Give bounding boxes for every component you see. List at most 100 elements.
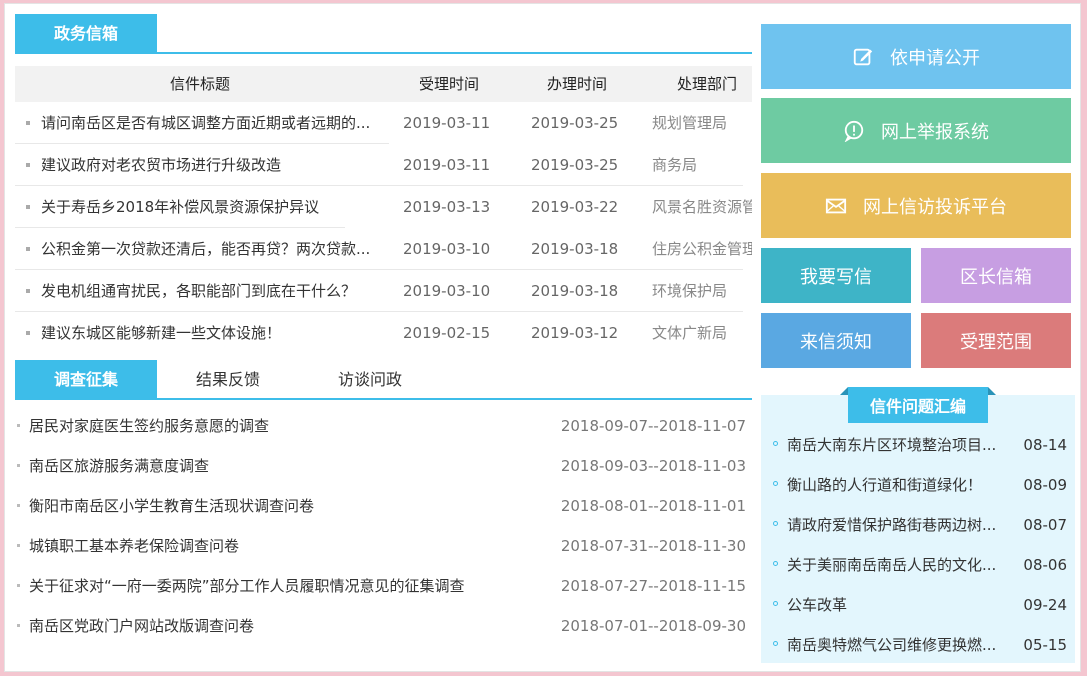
tab-survey-collect[interactable]: 调查征集 — [15, 360, 157, 398]
list-item[interactable]: 城镇职工基本养老保险调查问卷 2018-07-31--2018-11-30 — [15, 526, 752, 566]
summary-item-title[interactable]: 南岳大南东片区环境整治项目... — [787, 425, 1015, 465]
survey-period: 2018-07-31--2018-11-30 — [560, 537, 746, 555]
district-mailbox-label: 区长信箱 — [960, 266, 1032, 288]
department: 住房公积金管理 — [652, 240, 752, 258]
list-item[interactable]: 关于美丽南岳南岳人民的文化... 08-06 — [761, 545, 1075, 585]
column-header-handled: 办理时间 — [546, 75, 607, 93]
letter-title[interactable]: 请问南岳区是否有城区调整方面近期或者远期的... — [41, 102, 393, 144]
summary-item-date: 08-14 — [1023, 436, 1067, 454]
table-row[interactable]: 公积金第一次贷款还清后，能否再贷？两次贷款... 2019-03-10 2019… — [15, 228, 752, 270]
letter-title[interactable]: 建议政府对老农贸市场进行升级改造 — [41, 144, 393, 186]
summary-item-title[interactable]: 衡山路的人行道和街道绿化！ — [787, 465, 1015, 505]
received-date: 2019-03-13 — [403, 198, 491, 216]
summary-item-date: 08-07 — [1023, 516, 1067, 534]
bullet-icon — [26, 121, 30, 125]
alert-icon — [844, 120, 864, 142]
table-row[interactable]: 请问南岳区是否有城区调整方面近期或者远期的... 2019-03-11 2019… — [15, 102, 752, 144]
survey-period: 2018-07-01--2018-09-30 — [560, 617, 746, 635]
circle-bullet-icon — [773, 601, 778, 606]
summary-item-title[interactable]: 请政府爱惜保护路街巷两边树... — [787, 505, 1015, 545]
department: 规划管理局 — [652, 114, 728, 132]
received-date: 2019-03-10 — [403, 282, 491, 300]
list-item[interactable]: 公车改革 09-24 — [761, 585, 1075, 625]
summary-item-date: 08-09 — [1023, 476, 1067, 494]
report-system-button[interactable]: 网上举报系统 — [761, 98, 1071, 163]
handled-date: 2019-03-25 — [531, 114, 619, 132]
apply-open-label: 依申请公开 — [890, 47, 980, 69]
list-item[interactable]: 关于征求对“一府一委两院”部分工作人员履职情况意见的征集调查 2018-07-2… — [15, 566, 752, 606]
department: 风景名胜资源管 — [652, 198, 752, 216]
table-row[interactable]: 建议东城区能够新建一些文体设施！ 2019-02-15 2019-03-12 文… — [15, 312, 752, 354]
list-item[interactable]: 南岳大南东片区环境整治项目... 08-14 — [761, 425, 1075, 465]
table-row[interactable]: 发电机组通宵扰民，各职能部门到底在干什么？ 2019-03-10 2019-03… — [15, 270, 752, 312]
list-item[interactable]: 南岳奥特燃气公司维修更换燃... 05-15 — [761, 625, 1075, 665]
circle-bullet-icon — [773, 521, 778, 526]
report-system-label: 网上举报系统 — [881, 121, 989, 143]
bullet-icon — [17, 504, 20, 507]
list-item[interactable]: 南岳区旅游服务满意度调查 2018-09-03--2018-11-03 — [15, 446, 752, 486]
circle-bullet-icon — [773, 481, 778, 486]
list-item[interactable]: 衡山路的人行道和街道绿化！ 08-09 — [761, 465, 1075, 505]
column-header-received: 受理时间 — [418, 75, 479, 93]
mail-icon — [825, 198, 847, 213]
survey-period: 2018-09-07--2018-11-07 — [560, 417, 746, 435]
apply-open-button[interactable]: 依申请公开 — [761, 24, 1071, 89]
list-item[interactable]: 居民对家庭医生签约服务意愿的调查 2018-09-07--2018-11-07 — [15, 406, 752, 446]
list-item[interactable]: 衡阳市南岳区小学生教育生活现状调查问卷 2018-08-01--2018-11-… — [15, 486, 752, 526]
letter-title[interactable]: 关于寿岳乡2018年补偿风景资源保护异议 — [41, 186, 393, 228]
summary-item-title[interactable]: 公车改革 — [787, 585, 1015, 625]
summary-item-title[interactable]: 南岳奥特燃气公司维修更换燃... — [787, 625, 1015, 665]
petition-platform-label: 网上信访投诉平台 — [863, 196, 1007, 218]
letter-notice-button[interactable]: 来信须知 — [761, 313, 911, 368]
summary-item-title[interactable]: 关于美丽南岳南岳人民的文化... — [787, 545, 1015, 585]
bullet-icon — [26, 205, 30, 209]
summary-item-date: 05-15 — [1023, 636, 1067, 654]
survey-title[interactable]: 城镇职工基本养老保险调查问卷 — [29, 526, 559, 566]
handled-date: 2019-03-25 — [531, 156, 619, 174]
department: 商务局 — [652, 156, 698, 174]
survey-title[interactable]: 关于征求对“一府一委两院”部分工作人员履职情况意见的征集调查 — [29, 566, 559, 606]
bullet-icon — [17, 464, 20, 467]
write-letter-button[interactable]: 我要写信 — [761, 248, 911, 303]
summary-title[interactable]: 信件问题汇编 — [840, 387, 996, 423]
column-header-title: 信件标题 — [169, 75, 230, 93]
letter-title[interactable]: 建议东城区能够新建一些文体设施！ — [41, 312, 393, 354]
survey-period: 2018-08-01--2018-11-01 — [560, 497, 746, 515]
survey-title[interactable]: 南岳区党政门户网站改版调查问卷 — [29, 606, 559, 646]
department: 环境保护局 — [652, 282, 728, 300]
tab-interview[interactable]: 访谈问政 — [299, 360, 441, 398]
scope-label: 受理范围 — [960, 331, 1032, 353]
received-date: 2019-03-10 — [403, 240, 491, 258]
petition-platform-button[interactable]: 网上信访投诉平台 — [761, 173, 1071, 238]
district-mailbox-button[interactable]: 区长信箱 — [921, 248, 1071, 303]
bullet-icon — [17, 624, 20, 627]
bullet-icon — [26, 289, 30, 293]
tab-survey-results[interactable]: 结果反馈 — [157, 360, 299, 398]
handled-date: 2019-03-22 — [531, 198, 619, 216]
letter-summary-panel: 信件问题汇编 南岳大南东片区环境整治项目... 08-14 衡山路的人行道和街道… — [761, 387, 1075, 665]
handled-date: 2019-03-18 — [531, 240, 619, 258]
survey-title[interactable]: 衡阳市南岳区小学生教育生活现状调查问卷 — [29, 486, 559, 526]
scope-button[interactable]: 受理范围 — [921, 313, 1071, 368]
list-item[interactable]: 请政府爱惜保护路街巷两边树... 08-07 — [761, 505, 1075, 545]
summary-item-date: 09-24 — [1023, 596, 1067, 614]
tab-mailbox[interactable]: 政务信箱 — [15, 14, 157, 52]
survey-title[interactable]: 居民对家庭医生签约服务意愿的调查 — [29, 406, 559, 446]
circle-bullet-icon — [773, 561, 778, 566]
table-row[interactable]: 建议政府对老农贸市场进行升级改造 2019-03-11 2019-03-25 商… — [15, 144, 752, 186]
bullet-icon — [26, 331, 30, 335]
handled-date: 2019-03-12 — [531, 324, 619, 342]
write-letter-label: 我要写信 — [800, 266, 872, 288]
letter-title[interactable]: 发电机组通宵扰民，各职能部门到底在干什么？ — [41, 270, 393, 312]
bullet-icon — [17, 424, 20, 427]
column-header-dept: 处理部门 — [677, 75, 738, 93]
bullet-icon — [26, 163, 30, 167]
table-row[interactable]: 关于寿岳乡2018年补偿风景资源保护异议 2019-03-13 2019-03-… — [15, 186, 752, 228]
survey-title[interactable]: 南岳区旅游服务满意度调查 — [29, 446, 559, 486]
list-item[interactable]: 南岳区党政门户网站改版调查问卷 2018-07-01--2018-09-30 — [15, 606, 752, 646]
letter-title[interactable]: 公积金第一次贷款还清后，能否再贷？两次贷款... — [41, 228, 393, 270]
handled-date: 2019-03-18 — [531, 282, 619, 300]
edit-icon — [853, 48, 873, 65]
bullet-icon — [26, 247, 30, 251]
mailbox-tabbar: 政务信箱 — [15, 14, 752, 54]
